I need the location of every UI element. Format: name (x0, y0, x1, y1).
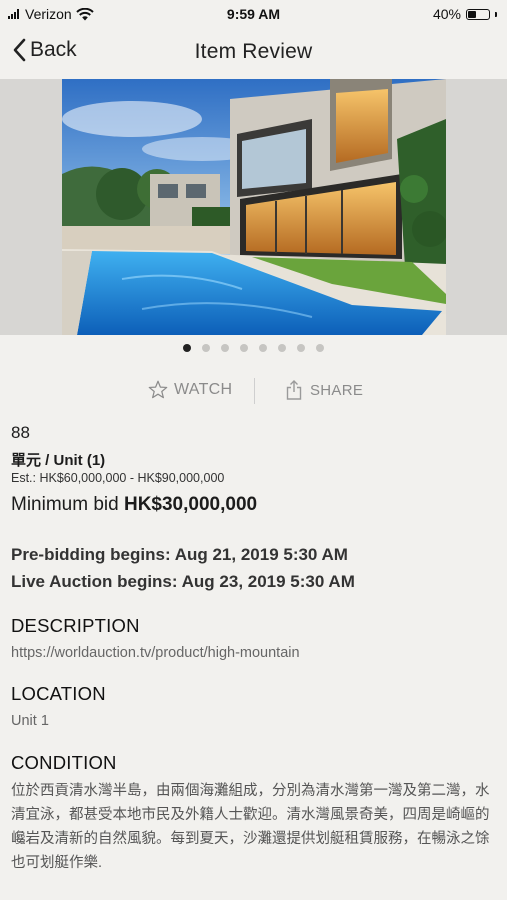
share-label: SHARE (310, 381, 364, 399)
condition-text: 位於西貢清水灣半島，由兩個海灘組成，分別為清水灣第一灣及第二灣，水清宜泳，都甚受… (11, 783, 490, 871)
location-text: Unit 1 (11, 713, 49, 729)
carousel-dot[interactable] (221, 344, 229, 352)
status-right: 40% (433, 6, 497, 22)
estimate-range: Est.: HK$60,000,000 - HK$90,000,000 (11, 471, 225, 485)
pre-bidding-date: Pre-bidding begins: Aug 21, 2019 5:30 AM (11, 545, 348, 564)
share-button[interactable]: SHARE (286, 380, 363, 400)
carousel-dots[interactable] (0, 344, 507, 352)
carousel-dot[interactable] (297, 344, 305, 352)
condition-heading: CONDITION (11, 752, 117, 773)
minimum-bid: Minimum bid HK$30,000,000 (11, 494, 257, 516)
carousel-dot[interactable] (183, 344, 191, 352)
property-photo (62, 79, 446, 335)
carousel-dot[interactable] (259, 344, 267, 352)
action-divider (254, 378, 255, 404)
watch-label: WATCH (174, 380, 233, 398)
watch-button[interactable]: WATCH (148, 380, 232, 399)
carousel-dot[interactable] (278, 344, 286, 352)
action-bar: WATCH SHARE (0, 378, 507, 404)
star-icon (148, 380, 168, 399)
nav-bar: Back Item Review (0, 30, 507, 78)
min-bid-value: HK$30,000,000 (123, 494, 258, 515)
status-time: 9:59 AM (226, 6, 281, 22)
unit-title: 單元 / Unit (1) (11, 452, 106, 469)
battery-icon (466, 8, 490, 20)
live-auction-date: Live Auction begins: Aug 23, 2019 5:30 A… (11, 572, 355, 591)
carousel-dot[interactable] (202, 344, 210, 352)
battery-percent: 40% (432, 6, 461, 22)
image-carousel[interactable] (0, 79, 507, 335)
location-heading: LOCATION (11, 683, 106, 704)
description-link[interactable]: https://worldauction.tv/product/high-mou… (11, 645, 300, 661)
battery-tip (495, 11, 497, 17)
status-bar: Verizon 9:59 AM 40% (0, 0, 507, 30)
page-title: Item Review (194, 40, 313, 63)
carousel-dot[interactable] (240, 344, 248, 352)
share-icon (286, 380, 302, 400)
carousel-dot[interactable] (316, 344, 324, 352)
lot-number: 88 (11, 423, 30, 442)
min-bid-label: Minimum bid (11, 494, 119, 515)
description-heading: DESCRIPTION (11, 615, 140, 636)
